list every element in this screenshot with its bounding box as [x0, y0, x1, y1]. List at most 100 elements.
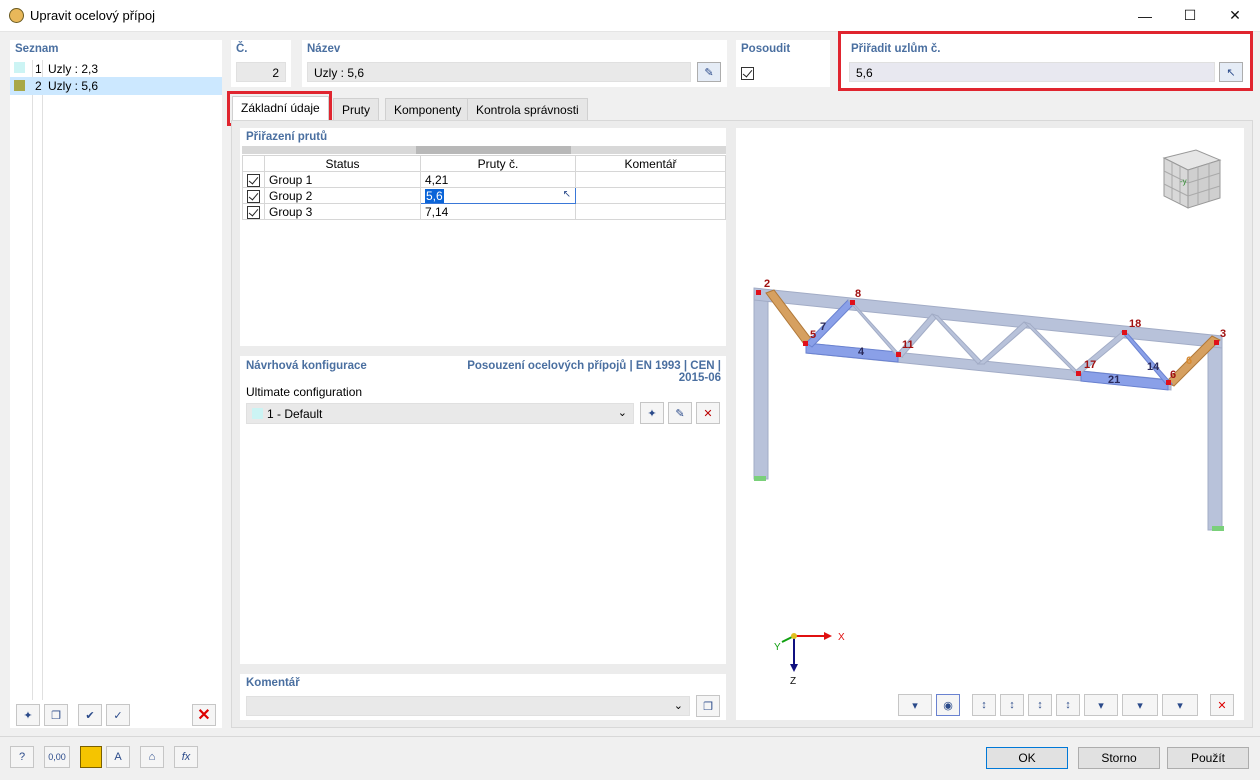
view-cube-label: -y [1180, 177, 1187, 186]
list-item-label: Uzly : 2,3 [48, 62, 99, 76]
row-checkbox[interactable] [247, 189, 260, 203]
name-field[interactable]: Uzly : 5,6 [307, 62, 691, 82]
configuration-select[interactable]: 1 - Default ⌄ [246, 403, 634, 424]
node-label: 17 [1084, 359, 1096, 371]
list-item-label: Uzly : 5,6 [48, 79, 99, 93]
col-members: Pruty č. [420, 155, 576, 172]
view-icon[interactable]: ⌂ [140, 746, 164, 768]
numbering-icon[interactable]: ▾ [898, 694, 932, 716]
display-icon[interactable]: ◉ [936, 694, 960, 716]
new-config-icon[interactable]: ✦ [640, 402, 664, 424]
number-label: Č. [236, 43, 248, 55]
edit-name-icon[interactable]: ✎ [697, 62, 721, 82]
list-item-number: 2 [35, 79, 42, 93]
info-icon[interactable]: A [106, 746, 130, 768]
row-comment[interactable] [575, 171, 726, 188]
copy-item-icon[interactable]: ❐ [44, 704, 68, 726]
top-chord [753, 287, 1223, 349]
minimize-button[interactable]: — [1122, 0, 1168, 31]
render-mode-icon[interactable]: ▾ [1122, 694, 1158, 716]
member-label: 4 [858, 346, 865, 358]
list-item-selected[interactable]: 2 Uzly : 5,6 [10, 77, 222, 95]
row-members-selected-text[interactable]: 5,6 [425, 188, 444, 203]
chevron-down-icon: ⌄ [673, 700, 683, 712]
tree-line [32, 60, 33, 700]
color-icon[interactable] [80, 746, 102, 768]
tab-components[interactable]: Komponenty [385, 98, 471, 120]
axis-y-label: Y [774, 642, 781, 653]
members-header: Přiřazení prutů [246, 131, 328, 143]
check-all-icon[interactable]: ✔ [78, 704, 102, 726]
tab-members[interactable]: Pruty [333, 98, 380, 120]
app-icon [9, 8, 24, 23]
diagonal [1072, 331, 1130, 375]
window-title: Upravit ocelový přípoj [30, 8, 155, 23]
view-cube[interactable]: -y [1162, 149, 1222, 209]
color-swatch [14, 80, 25, 91]
node-label: 11 [902, 339, 914, 351]
comment-input[interactable]: ⌄ [246, 696, 690, 716]
check-checkbox[interactable] [741, 67, 754, 81]
design-panel: Návrhová konfigurace Posouzení ocelových… [240, 356, 726, 664]
table-row[interactable]: Group 1 4,21 [242, 171, 726, 188]
reset-view-icon[interactable]: ✕ [1210, 694, 1234, 716]
pick-nodes-icon[interactable]: ↖ [1219, 62, 1243, 82]
members-table: Status Pruty č. Komentář Group 1 4,21 Gr… [242, 155, 726, 220]
view-z-icon[interactable]: ↕ [1028, 694, 1052, 716]
row-members[interactable]: 4,21 [420, 171, 576, 188]
cancel-button[interactable]: Storno [1078, 747, 1160, 769]
view-x-icon[interactable]: ↕ [972, 694, 996, 716]
close-button[interactable]: ✕ [1212, 0, 1258, 31]
node-label: 2 [764, 278, 770, 290]
assign-nodes-field[interactable]: 5,6 [849, 62, 1215, 82]
col-comment: Komentář [575, 155, 726, 172]
comment-library-icon[interactable]: ❐ [696, 695, 720, 717]
row-comment[interactable] [575, 203, 726, 220]
row-checkbox[interactable] [247, 205, 260, 219]
member-label: 6 [1186, 355, 1192, 367]
pick-members-icon[interactable]: ↖ [563, 189, 571, 200]
edit-config-icon[interactable]: ✎ [668, 402, 692, 424]
axis-z-label: Z [790, 676, 796, 687]
list-item-number: 1 [35, 62, 42, 76]
view-minus-y-icon[interactable]: ↕ [1000, 694, 1024, 716]
iso-view-icon[interactable]: ▾ [1084, 694, 1118, 716]
row-checkbox[interactable] [247, 173, 260, 187]
design-standard: Posouzení ocelových přípojů | EN 1993 | … [467, 360, 721, 384]
name-panel: Název Uzly : 5,6 ✎ [302, 40, 727, 87]
uncheck-all-icon[interactable]: ✓ [106, 704, 130, 726]
chevron-down-icon: ⌄ [617, 407, 627, 419]
assign-panel: Přiřadit uzlům č. 5,6 ↖ [838, 31, 1253, 91]
row-status: Group 2 [264, 187, 421, 204]
member-label: 7 [820, 321, 826, 333]
units-icon[interactable]: 0,00 [44, 746, 70, 768]
row-status: Group 1 [264, 171, 421, 188]
view-minus-z-icon[interactable]: ↕ [1056, 694, 1080, 716]
member-label: 21 [1108, 374, 1120, 386]
table-row[interactable]: Group 3 7,14 [242, 203, 726, 220]
name-label: Název [307, 43, 341, 55]
list-header: Seznam [15, 43, 59, 55]
member-4[interactable] [805, 342, 899, 363]
help-icon[interactable]: ? [10, 746, 34, 768]
formula-icon[interactable]: fx [174, 746, 198, 768]
row-members[interactable]: 7,14 [420, 203, 576, 220]
new-item-icon[interactable]: ✦ [16, 704, 40, 726]
row-comment[interactable] [575, 187, 726, 204]
ok-button[interactable]: OK [986, 747, 1068, 769]
design-sub-label: Ultimate configuration [246, 385, 363, 399]
config-color-swatch [252, 408, 263, 419]
number-field[interactable]: 2 [236, 62, 286, 82]
tab-validation[interactable]: Kontrola správnosti [467, 98, 588, 120]
member-21[interactable] [1080, 370, 1169, 391]
check-panel: Posoudit [736, 40, 830, 87]
print-icon[interactable]: ▾ [1162, 694, 1198, 716]
apply-button[interactable]: Použít [1167, 747, 1249, 769]
table-row[interactable]: Group 2 5,6 ↖ [242, 187, 726, 204]
delete-config-icon[interactable]: ✕ [696, 402, 720, 424]
maximize-button[interactable]: ☐ [1167, 0, 1213, 31]
row-members-editing[interactable]: 5,6 ↖ [420, 187, 576, 204]
list-item[interactable]: 1 Uzly : 2,3 [10, 60, 222, 78]
model-view[interactable]: -y 2 8 5 7 11 4 18 3 17 14 21 6 6 X Y Z … [736, 128, 1244, 720]
delete-icon[interactable]: ✕ [192, 704, 216, 726]
